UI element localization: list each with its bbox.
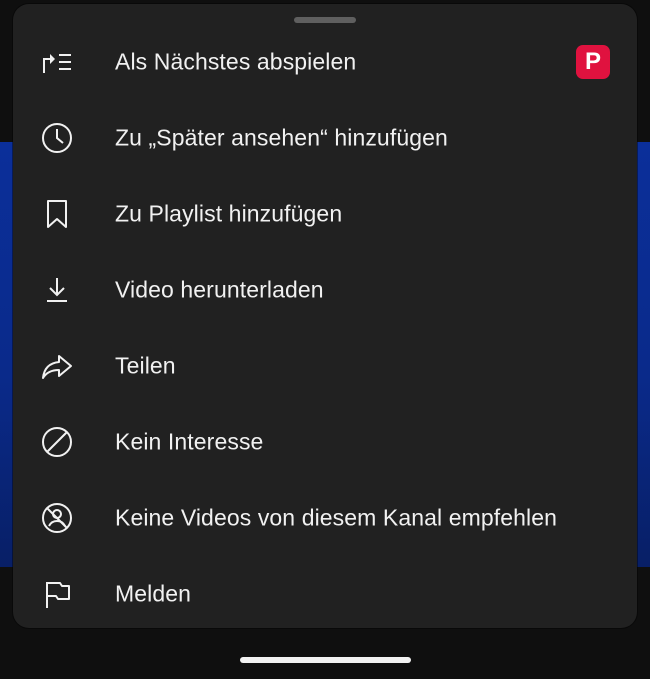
menu-item-share[interactable]: Teilen: [13, 328, 637, 404]
not-interested-icon: [40, 425, 74, 459]
menu-item-label: Teilen: [115, 352, 176, 379]
play-next-icon: [40, 45, 74, 79]
flag-icon: [40, 577, 74, 611]
menu-item-label: Kein Interesse: [115, 428, 264, 455]
menu-item-label: Als Nächstes abspielen: [115, 48, 357, 75]
menu-item-add-to-playlist[interactable]: Zu Playlist hinzufügen: [13, 176, 637, 252]
drag-handle[interactable]: [294, 17, 356, 23]
download-icon: [40, 273, 74, 307]
menu-item-watch-later[interactable]: Zu „Später ansehen“ hinzufügen: [13, 100, 637, 176]
menu-item-report[interactable]: Melden: [13, 556, 637, 632]
menu-item-download[interactable]: Video herunterladen: [13, 252, 637, 328]
app-badge: P: [576, 45, 610, 79]
menu-item-label: Zu Playlist hinzufügen: [115, 200, 343, 227]
menu-item-not-interested[interactable]: Kein Interesse: [13, 404, 637, 480]
block-channel-icon: [40, 501, 74, 535]
share-icon: [40, 349, 74, 383]
bookmark-icon: [40, 197, 74, 231]
menu-item-dont-recommend-channel[interactable]: Keine Videos von diesem Kanal empfehlen: [13, 480, 637, 556]
menu-item-label: Melden: [115, 580, 192, 607]
clock-icon: [40, 121, 74, 155]
menu-item-label: Video herunterladen: [115, 276, 324, 303]
bottom-sheet-menu: Als Nächstes abspielen Zu „Später ansehe…: [13, 4, 637, 628]
menu-list: Als Nächstes abspielen Zu „Später ansehe…: [13, 24, 637, 632]
home-indicator[interactable]: [240, 657, 411, 663]
menu-item-label: Zu „Später ansehen“ hinzufügen: [115, 124, 448, 151]
menu-item-label: Keine Videos von diesem Kanal empfehlen: [115, 504, 558, 531]
menu-item-play-next[interactable]: Als Nächstes abspielen: [13, 24, 637, 100]
